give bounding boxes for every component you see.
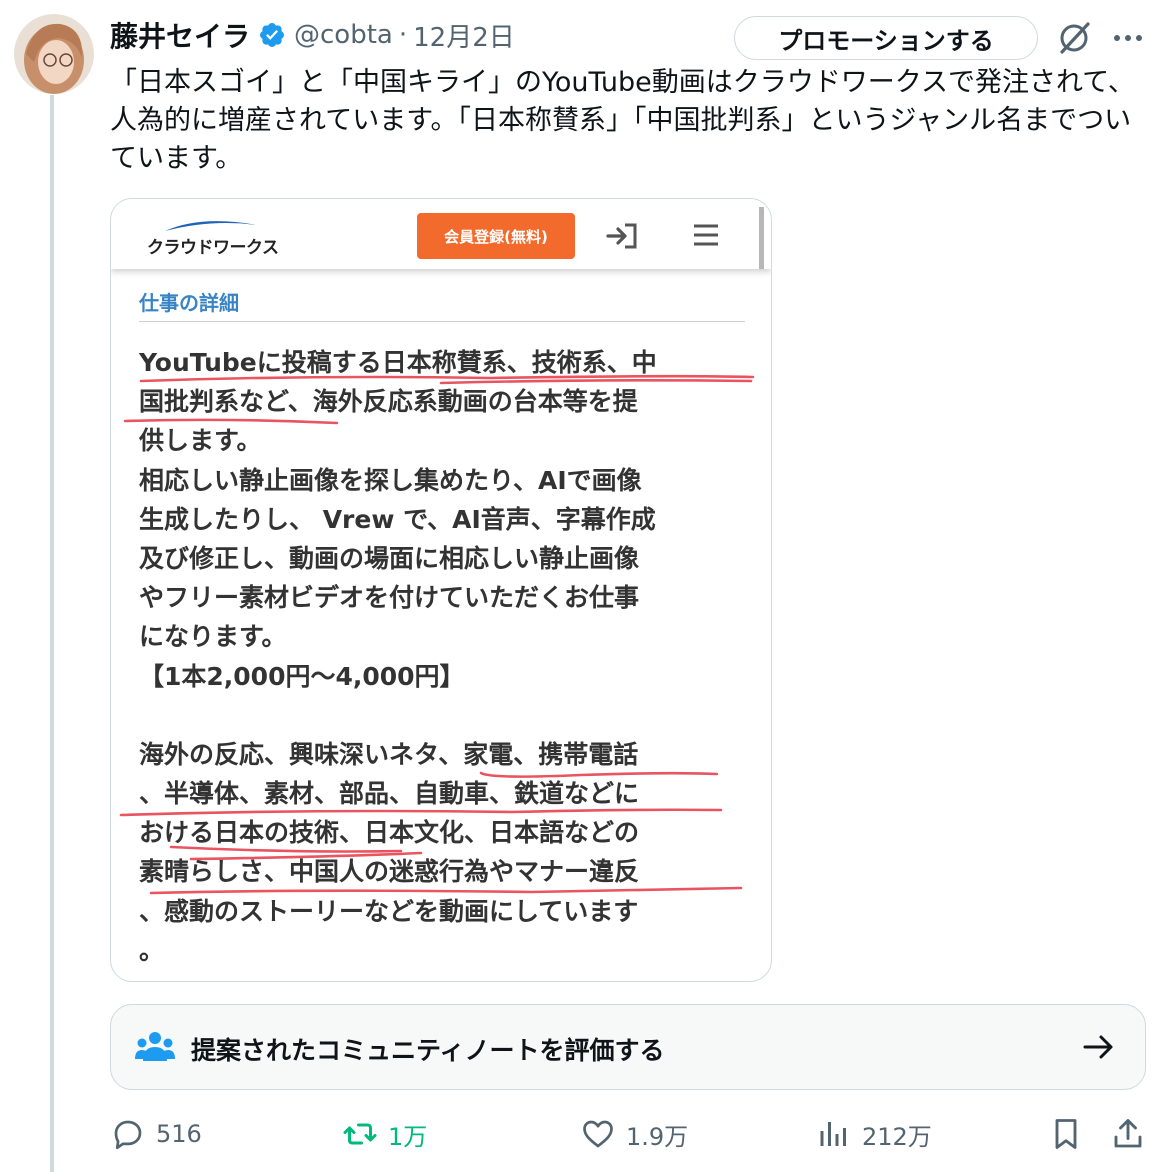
- job-detail-line: 海外の反応、興味深いネタ、家電、携帯電話: [139, 739, 639, 769]
- retweet-icon: [343, 1123, 377, 1145]
- retweet-count: 1万: [388, 1122, 428, 1151]
- reply-button[interactable]: 516: [110, 1110, 202, 1158]
- job-detail-line: 国批判系など、海外反応系動画の台本等を提: [139, 387, 638, 417]
- reply-count: 516: [156, 1120, 202, 1148]
- like-button[interactable]: 1.9万: [580, 1110, 688, 1158]
- promote-button[interactable]: プロモーションする: [734, 16, 1038, 60]
- job-detail-line: 素晴らしさ、中国人の迷惑行為やマナー違反: [139, 857, 640, 887]
- job-detail-line: 【1本2,000円〜4,000円】: [139, 661, 465, 691]
- job-detail-line: 及び修正し、動画の場面に相応しい静止画像: [139, 543, 640, 573]
- share-icon: [1114, 1119, 1142, 1148]
- grok-icon[interactable]: [1054, 18, 1094, 58]
- job-detail-body: YouTubeに投稿する日本称賛系、技術系、中 国批判系など、海外反応系動画の台本…: [139, 343, 759, 970]
- tweet-text: 「日本スゴイ」と「中国キライ」のYouTube動画はクラウドワークスで発注されて…: [110, 67, 1135, 174]
- views-button[interactable]: 212万: [816, 1110, 932, 1158]
- tweet-date[interactable]: 12月2日: [413, 17, 515, 54]
- author-handle[interactable]: @cobta: [294, 20, 393, 50]
- divider: [139, 321, 745, 322]
- job-detail-line: 、半導体、素材、部品、自動車、鉄道などに: [139, 779, 640, 809]
- crowdworks-logo: クラウドワークス: [147, 215, 279, 259]
- job-detail-line: 供します。: [139, 426, 262, 456]
- separator-dot: ·: [398, 20, 408, 50]
- thread-line: [50, 95, 54, 1172]
- avatar[interactable]: [14, 14, 94, 94]
- heart-icon: [583, 1120, 613, 1148]
- community-people-icon: [135, 1032, 175, 1061]
- job-detail-heading: 仕事の詳細: [139, 291, 239, 315]
- job-detail-line: 生成したりし、 Vrew で、AI音声、字幕作成: [139, 504, 656, 534]
- analytics-icon: [820, 1122, 846, 1146]
- author-name[interactable]: 藤井セイラ: [110, 15, 250, 55]
- job-detail-line: 相応しい静止画像を探し集めたり、AIで画像: [139, 465, 642, 495]
- tweet-action-bar: 516 1万 1.9万 212万: [110, 1110, 1160, 1158]
- crowdworks-logo-text: クラウドワークス: [147, 238, 279, 258]
- job-detail-line: [139, 696, 759, 735]
- more-options-icon[interactable]: [1108, 18, 1148, 58]
- view-count: 212万: [862, 1122, 932, 1151]
- scrollbar-edge: [759, 207, 764, 269]
- hamburger-menu-icon: [694, 224, 718, 246]
- job-detail-line: になります。: [139, 622, 287, 652]
- job-detail-line: 、感動のストーリーなどを動画にしています: [139, 896, 639, 926]
- reply-icon: [114, 1120, 142, 1150]
- bookmark-icon: [1055, 1119, 1077, 1149]
- tweet-header: 藤井セイラ @cobta · 12月2日 プロモーションする: [110, 14, 1160, 60]
- job-detail-line: 。: [139, 935, 165, 965]
- crowdworks-header: クラウドワークス 会員登録(無料): [111, 199, 771, 269]
- arrow-right-icon: [1083, 1035, 1113, 1059]
- verified-badge-icon: [260, 23, 284, 47]
- job-detail-line: やフリー素材ビデオを付けていただくお仕事: [139, 583, 640, 613]
- bookmark-button[interactable]: [1048, 1110, 1084, 1158]
- job-detail-line: おける日本の技術、日本文化、日本語などの: [139, 818, 640, 848]
- login-icon: [606, 223, 637, 249]
- retweet-button[interactable]: 1万: [342, 1110, 427, 1158]
- like-count: 1.9万: [626, 1122, 689, 1151]
- community-note-banner[interactable]: 提案されたコミュニティノートを評価する: [110, 1004, 1146, 1090]
- community-note-label: 提案されたコミュニティノートを評価する: [191, 1036, 665, 1065]
- crowdworks-register-button: 会員登録(無料): [417, 213, 575, 259]
- job-detail-line: YouTubeに投稿する日本称賛系、技術系、中: [139, 348, 657, 377]
- tweet-media-image[interactable]: クラウドワークス 会員登録(無料) 仕事の詳細 YouTubeに投稿する日本称賛…: [110, 198, 772, 982]
- share-button[interactable]: [1110, 1110, 1146, 1158]
